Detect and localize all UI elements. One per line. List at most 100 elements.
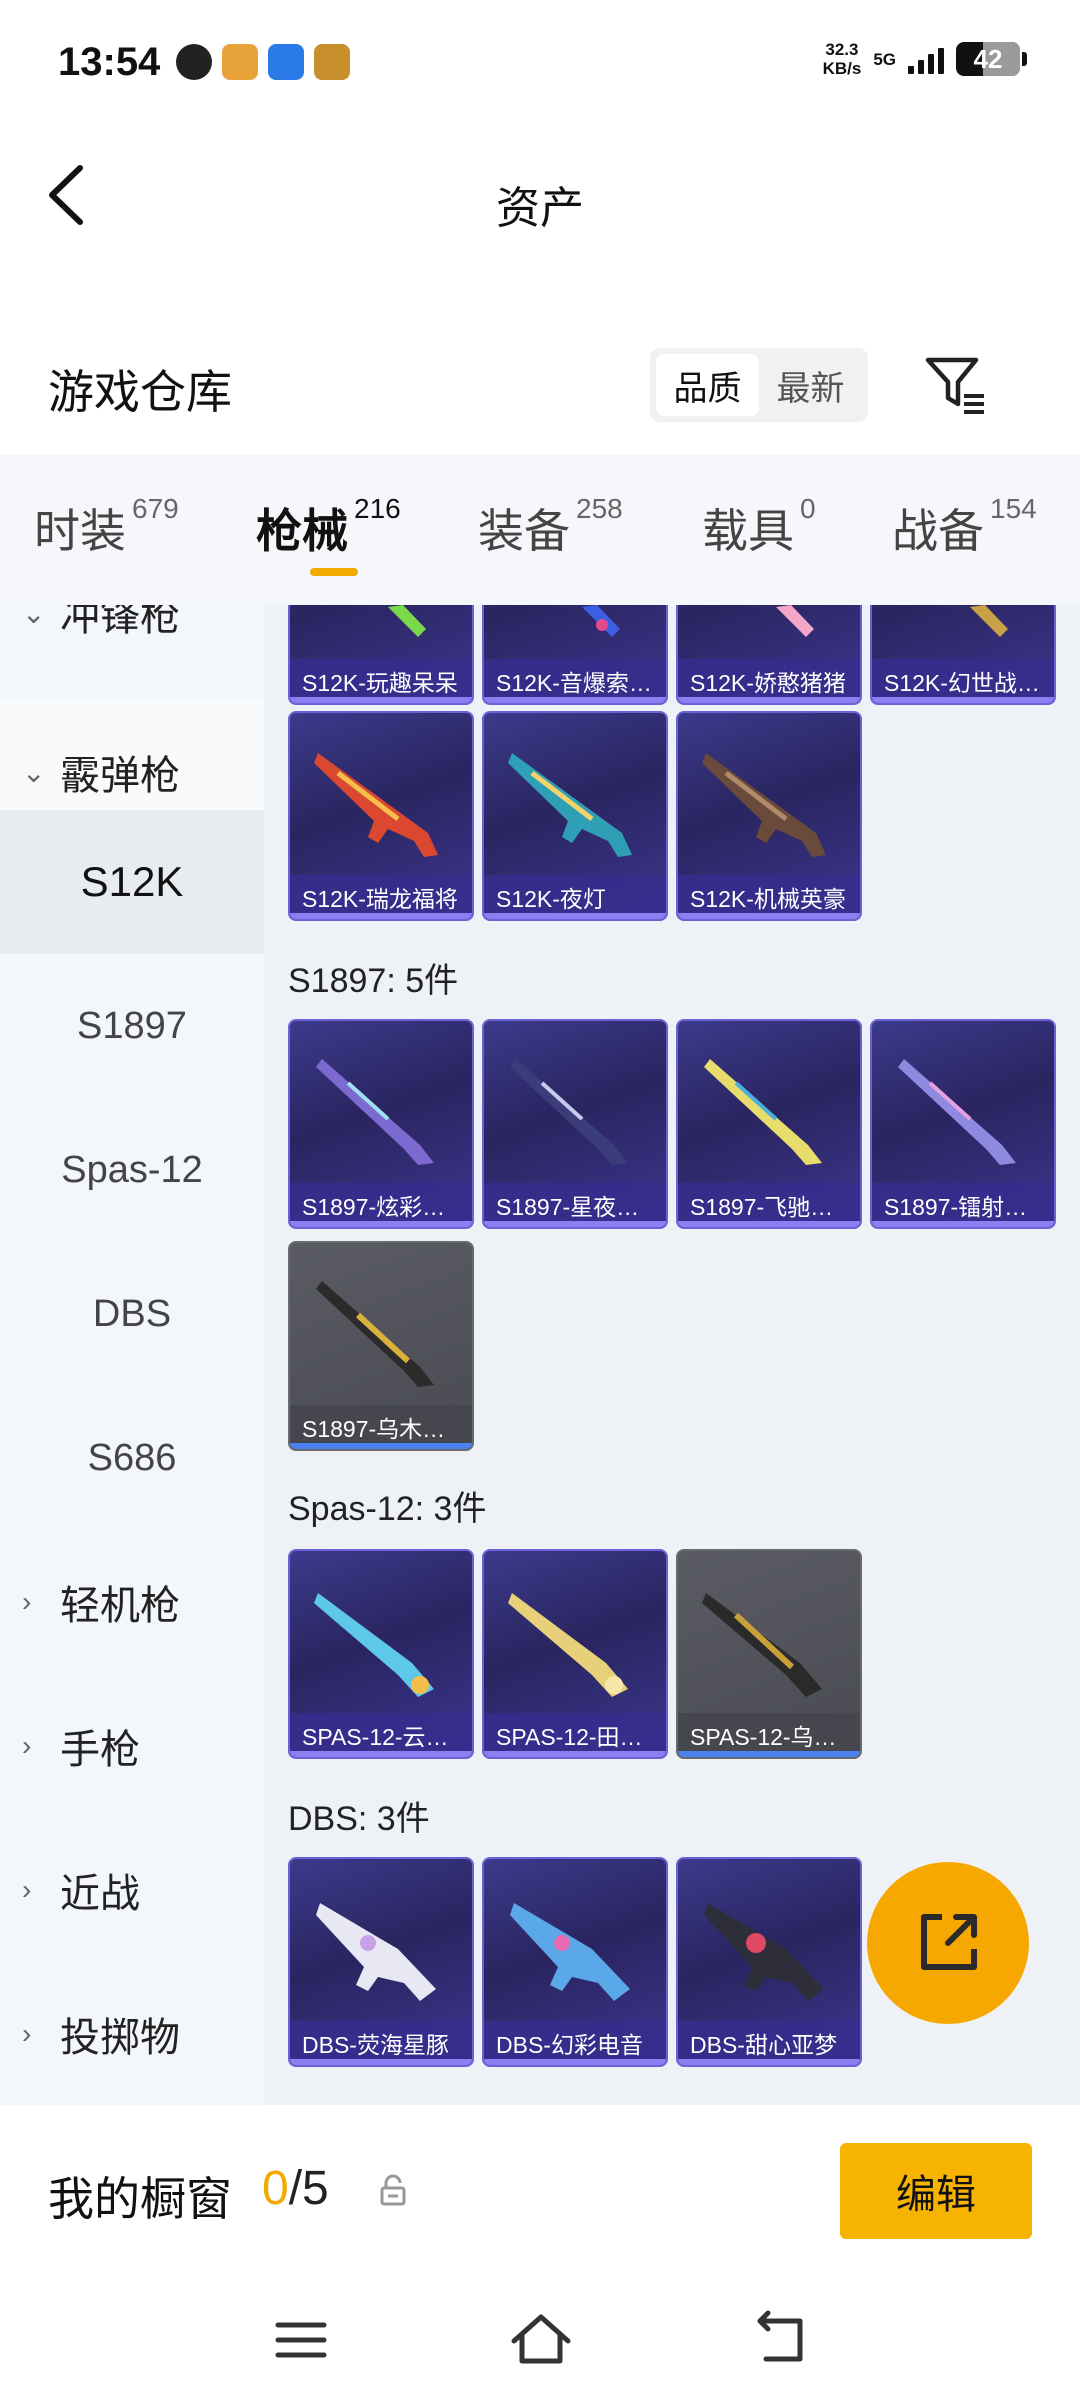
sidebar-item-throwable[interactable]: › 投掷物 [0,1962,264,2105]
weapon-card[interactable]: SPAS-12-乌… [676,1549,862,1759]
tab-label: 枪械 [256,505,348,557]
sort-quality-button[interactable]: 品质 [656,354,759,416]
broadcast-notification-icon [268,44,304,80]
active-tab-indicator [310,568,358,576]
chevron-right-icon: › [22,1730,32,1761]
weapon-skin-icon [898,1059,1016,1165]
tab-supplies[interactable]: 战备 154 [892,493,1037,561]
weapon-skin-icon [704,1903,824,2001]
sidebar-item-dbs[interactable]: DBS [0,1242,264,1386]
tab-firearms[interactable]: 枪械 216 [256,493,401,561]
tab-label: 战备 [892,505,984,557]
group-label-dbs: DBS: 3件 [288,1800,430,1838]
sort-latest-button[interactable]: 最新 [759,354,862,416]
weapon-card[interactable]: S1897-星夜… [482,1019,668,1229]
tab-fashion[interactable]: 时装 679 [34,493,179,561]
weapon-card[interactable]: DBS-幻彩电音 [482,1857,668,2067]
weapon-card[interactable]: S1897-镭射… [870,1019,1056,1229]
sidebar-item-label: 近战 [60,1872,140,1916]
group-label-spas12: Spas-12: 3件 [288,1490,487,1528]
status-right: 32.3 KB/s 5G 42 [823,40,1027,78]
sidebar-item-label: 轻机枪 [60,1584,180,1628]
sidebar-item-label: 冲锋枪 [60,605,180,639]
battery-level: 42 [973,43,1003,74]
weapon-card[interactable]: S12K-幻世战… [870,605,1056,705]
edit-showcase-button[interactable]: 编辑 [840,2143,1032,2239]
weapon-skin-icon [702,753,826,857]
weapon-skin-icon [314,1593,434,1697]
sidebar-item-s12k[interactable]: S12K [0,810,264,954]
weapon-skin-icon [508,1593,628,1697]
signal-icon [908,44,944,74]
weapon-card[interactable]: S12K-机械英豪 [676,711,862,921]
weapon-skin-icon [582,605,620,637]
weapon-card[interactable]: S12K-瑞龙福将 [288,711,474,921]
weapon-card[interactable]: S12K-娇憨猪猪 [676,605,862,705]
chevron-down-icon: ⌄ [22,605,46,629]
weapon-skin-icon [316,1059,434,1165]
network-speed-value: 32.3 [825,40,859,59]
app-notification-icon [176,44,212,80]
tab-count: 679 [132,493,179,524]
network-speed: 32.3 KB/s [823,40,862,78]
weapon-card[interactable]: S12K-夜灯 [482,711,668,921]
weapon-category-sidebar: ⌄ 冲锋枪 ⌄ 霰弹枪 S12K S1897 Spas-12 DBS S686 … [0,605,264,2105]
sidebar-item-smg[interactable]: ⌄ 冲锋枪 [0,605,264,685]
category-tabs: 时装 679 枪械 216 装备 258 载具 0 战备 154 [0,455,1080,605]
weapon-skin-icon [776,605,814,637]
group-label-s1897: S1897: 5件 [288,962,459,1000]
sort-toggle: 品质 最新 [650,348,868,422]
home-icon [511,2314,571,2364]
weapon-skin-icon [316,1903,436,2001]
tab-label: 载具 [702,505,794,557]
tab-vehicles[interactable]: 载具 0 [702,493,816,561]
filter-icon [925,357,984,414]
showcase-count: 0/5 [262,2161,329,2216]
home-nav-button[interactable] [506,2305,576,2375]
weapon-card[interactable]: S1897-炫彩… [288,1019,474,1229]
tab-equipment[interactable]: 装备 258 [478,493,623,561]
notification-icons [176,44,350,80]
weapon-card[interactable]: SPAS-12-云… [288,1549,474,1759]
game-notification-icon-2 [314,44,350,80]
showcase-title: 我的橱窗 [48,2173,232,2225]
weapon-card[interactable]: S12K-音爆索… [482,605,668,705]
tab-count: 154 [990,493,1037,524]
weapon-skin-icon [388,605,426,637]
back-nav-button[interactable] [746,2305,816,2375]
sidebar-item-melee[interactable]: › 近战 [0,1818,264,1962]
tab-count: 216 [354,493,401,524]
tab-label: 装备 [478,505,570,557]
share-fab-button[interactable] [867,1862,1029,2024]
menu-icon [275,2322,327,2358]
weapon-card[interactable]: DBS-甜心亚梦 [676,1857,862,2067]
sidebar-item-spas12[interactable]: Spas-12 [0,1098,264,1242]
lock-icon [380,2174,406,2206]
network-speed-unit: KB/s [822,59,862,78]
weapon-card[interactable]: S1897-飞驰… [676,1019,862,1229]
sidebar-item-lmg[interactable]: › 轻机枪 [0,1530,264,1674]
weapon-card[interactable]: S12K-玩趣呆呆 [288,605,474,705]
weapon-card[interactable]: S1897-乌木… [288,1241,474,1451]
menu-nav-button[interactable] [266,2305,336,2375]
chevron-right-icon: › [22,1874,32,1905]
sidebar-item-s686[interactable]: S686 [0,1386,264,1530]
weapon-card[interactable]: DBS-荧海星豚 [288,1857,474,2067]
weapon-card[interactable]: SPAS-12-田… [482,1549,668,1759]
sidebar-item-label: 手枪 [60,1728,140,1772]
tab-label: 时装 [34,505,126,557]
game-notification-icon [222,44,258,80]
tab-count: 0 [800,493,816,524]
filter-button[interactable] [922,352,988,418]
showcase-count-max: /5 [288,2162,329,2215]
status-time: 13:54 [58,40,161,84]
sidebar-item-s1897[interactable]: S1897 [0,954,264,1098]
weapon-skin-icon [704,1059,822,1165]
page-title: 资产 [496,184,584,233]
weapon-skin-icon [508,753,632,857]
weapon-skin-icon [510,1059,628,1165]
share-icon [921,1914,977,1970]
warehouse-title: 游戏仓库 [48,366,232,418]
showcase-count-current: 0 [262,2162,289,2215]
sidebar-item-pistol[interactable]: › 手枪 [0,1674,264,1818]
